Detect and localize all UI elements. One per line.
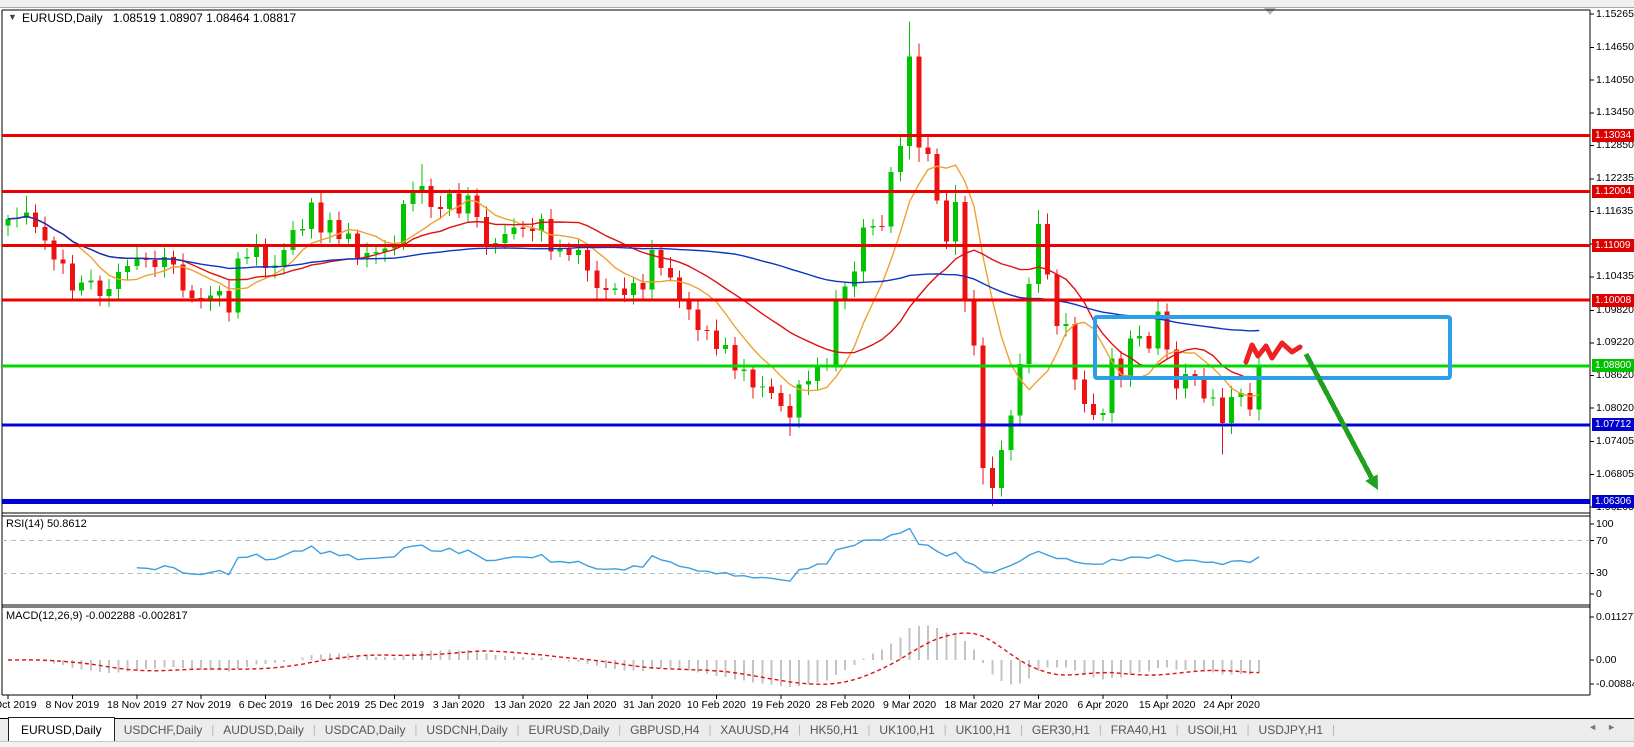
date-axis-label: 18 Mar 2020 xyxy=(945,699,1004,711)
date-axis-label: 9 Mar 2020 xyxy=(883,699,936,711)
price-level-badge: 1.11009 xyxy=(1592,239,1634,252)
tab-uk100-h1[interactable]: UK100,H1 xyxy=(947,719,1020,741)
macd-axis-label: 0.00 xyxy=(1596,654,1616,667)
status-strip xyxy=(0,741,1634,747)
date-axis-label: 18 Nov 2019 xyxy=(107,699,167,711)
price-level-badge: 1.07712 xyxy=(1592,418,1634,431)
price-level-badge: 1.06306 xyxy=(1592,495,1634,508)
tab-scroll-right-icon[interactable]: ► xyxy=(1607,722,1626,732)
date-axis-label: 6 Apr 2020 xyxy=(1077,699,1128,711)
rsi-axis-label: 100 xyxy=(1596,518,1614,531)
date-axis-label: 6 Dec 2019 xyxy=(239,699,293,711)
price-level-badge: 1.10008 xyxy=(1592,294,1634,307)
tab-scroll-left-icon[interactable]: ◄ xyxy=(1588,722,1607,732)
price-axis-label: 1.08020 xyxy=(1596,402,1634,415)
rsi-axis-label: 30 xyxy=(1596,567,1608,580)
date-axis-label: 22 Jan 2020 xyxy=(559,699,617,711)
tab-ger30-h1[interactable]: GER30,H1 xyxy=(1023,719,1099,741)
tab-gbpusd-h4[interactable]: GBPUSD,H4 xyxy=(621,719,708,741)
rsi-axis-label: 70 xyxy=(1596,535,1608,548)
tab-usdcnh-daily[interactable]: USDCNH,Daily xyxy=(417,719,516,741)
price-axis-label: 1.15265 xyxy=(1596,8,1634,21)
tab-uk100-h1[interactable]: UK100,H1 xyxy=(870,719,943,741)
date-axis-label: 25 Dec 2019 xyxy=(365,699,425,711)
price-level-badge: 1.13034 xyxy=(1592,129,1634,142)
date-axis-label: 24 Apr 2020 xyxy=(1203,699,1260,711)
trading-terminal-window: ▼ EURUSD,Daily 1.08519 1.08907 1.08464 1… xyxy=(0,0,1634,747)
date-axis-label: 3 Jan 2020 xyxy=(433,699,485,711)
price-axis-label: 1.14650 xyxy=(1596,41,1634,54)
macd-axis-label: -0.008845 xyxy=(1596,678,1634,691)
date-axis-label: 27 Mar 2020 xyxy=(1009,699,1068,711)
tab-audusd-daily[interactable]: AUDUSD,Daily xyxy=(214,719,313,741)
price-axis-label: 1.07405 xyxy=(1596,435,1634,448)
macd-axis-label: 0.011277 xyxy=(1596,611,1634,624)
price-axis-label: 1.09220 xyxy=(1596,336,1634,349)
price-axis-label: 1.06805 xyxy=(1596,468,1634,481)
tab-xauusd-h4[interactable]: XAUUSD,H4 xyxy=(711,719,798,741)
date-axis-label: 8 Nov 2019 xyxy=(46,699,100,711)
price-level-badge: 1.12004 xyxy=(1592,185,1634,198)
tab-usdchf-daily[interactable]: USDCHF,Daily xyxy=(115,719,212,741)
date-axis-label: 10 Feb 2020 xyxy=(687,699,746,711)
price-axis-label: 1.14050 xyxy=(1596,74,1634,87)
date-axis-label: 13 Jan 2020 xyxy=(494,699,552,711)
price-axis-label: 1.11635 xyxy=(1596,205,1633,218)
rsi-indicator-label: RSI(14) 50.8612 xyxy=(6,518,87,530)
tab-eurusd-daily[interactable]: EURUSD,Daily xyxy=(520,719,619,741)
date-axis-label: 16 Dec 2019 xyxy=(300,699,360,711)
date-axis-label: 31 Jan 2020 xyxy=(623,699,681,711)
date-axis-label: 30 Oct 2019 xyxy=(0,699,37,711)
price-axis-label: 1.10435 xyxy=(1596,270,1634,283)
price-axis-label: 1.13450 xyxy=(1596,106,1634,119)
tab-hk50-h1[interactable]: HK50,H1 xyxy=(801,719,868,741)
date-axis-label: 27 Nov 2019 xyxy=(171,699,231,711)
tab-usoil-h1[interactable]: USOil,H1 xyxy=(1179,719,1247,741)
price-level-badge: 1.08800 xyxy=(1592,359,1634,372)
date-axis-label: 15 Apr 2020 xyxy=(1139,699,1196,711)
rsi-axis-label: 0 xyxy=(1596,588,1602,601)
tab-scroll-arrows[interactable]: ◄► xyxy=(1588,722,1626,732)
tab-usdjpy-h1[interactable]: USDJPY,H1 xyxy=(1250,719,1332,741)
date-axis-label: 28 Feb 2020 xyxy=(816,699,875,711)
date-axis-label: 19 Feb 2020 xyxy=(751,699,810,711)
price-axis-label: 1.12235 xyxy=(1596,172,1634,185)
tab-usdcad-daily[interactable]: USDCAD,Daily xyxy=(316,719,415,741)
tab-fra40-h1[interactable]: FRA40,H1 xyxy=(1102,719,1176,741)
tab-separator: | xyxy=(1332,724,1335,736)
chart-tab-bar: EURUSD,DailyUSDCHF,Daily|AUDUSD,Daily|US… xyxy=(0,719,1634,741)
price-chart[interactable] xyxy=(0,0,1634,747)
tab-eurusd-daily[interactable]: EURUSD,Daily xyxy=(8,717,115,741)
macd-indicator-label: MACD(12,26,9) -0.002288 -0.002817 xyxy=(6,610,188,622)
